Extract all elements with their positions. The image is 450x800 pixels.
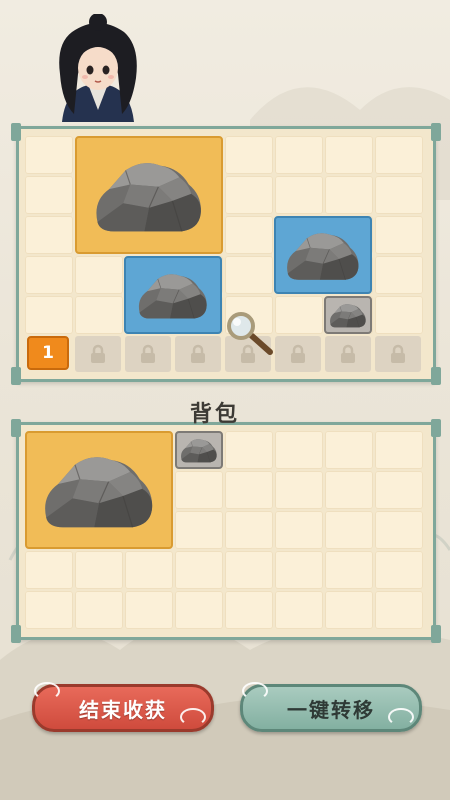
- grid-cell[interactable]: [375, 511, 423, 549]
- panel-corner: [431, 123, 441, 141]
- grid-cell[interactable]: [225, 471, 273, 509]
- grid-cell[interactable]: [225, 591, 273, 629]
- locked-slot[interactable]: [275, 336, 321, 372]
- grid-cell[interactable]: [325, 431, 373, 469]
- cloud-ornament: [34, 682, 60, 700]
- grid-cell[interactable]: [25, 551, 73, 589]
- rock-icon: [45, 457, 153, 528]
- grid-cell[interactable]: [275, 551, 323, 589]
- grid-cell[interactable]: [225, 256, 273, 294]
- locked-slot[interactable]: [75, 336, 121, 372]
- locked-slot[interactable]: [325, 336, 371, 372]
- grid-cell[interactable]: [275, 511, 323, 549]
- grid-cell[interactable]: [75, 296, 123, 334]
- cloud-ornament: [242, 682, 268, 700]
- character-avatar: [59, 14, 137, 122]
- rock-icon: [138, 274, 207, 319]
- transfer-all-label: 一键转移: [287, 697, 375, 722]
- grid-cell[interactable]: [75, 256, 123, 294]
- lock-icon: [341, 344, 355, 363]
- panel-corner: [431, 367, 441, 385]
- locked-slot[interactable]: [375, 336, 421, 372]
- grid-cell[interactable]: [175, 551, 223, 589]
- panel-corner: [431, 419, 441, 437]
- grid-cell[interactable]: [75, 551, 123, 589]
- grid-cell[interactable]: [375, 431, 423, 469]
- rock-item[interactable]: [175, 431, 223, 469]
- rock-item[interactable]: [25, 431, 173, 549]
- panel-corner: [431, 625, 441, 643]
- grid-cell[interactable]: [25, 216, 73, 254]
- rock-icon: [330, 304, 366, 328]
- locked-slot[interactable]: [175, 336, 221, 372]
- grid-cell[interactable]: [225, 511, 273, 549]
- grid-cell[interactable]: [225, 176, 273, 214]
- grid-cell[interactable]: [375, 591, 423, 629]
- grid-cell[interactable]: [375, 296, 423, 334]
- locked-slot[interactable]: [125, 336, 171, 372]
- lock-icon: [141, 344, 155, 363]
- grid-cell[interactable]: [225, 216, 273, 254]
- grid-cell[interactable]: [325, 136, 373, 174]
- grid-cell[interactable]: [275, 136, 323, 174]
- panel-corner: [11, 419, 21, 437]
- magnifier-icon[interactable]: [224, 312, 276, 358]
- grid-cell[interactable]: [25, 296, 73, 334]
- rock-icon: [287, 233, 359, 280]
- grid-cell[interactable]: [25, 136, 73, 174]
- grid-cell[interactable]: [25, 256, 73, 294]
- grid-cell[interactable]: [325, 591, 373, 629]
- slot-count-badge[interactable]: 1: [27, 336, 69, 370]
- grid-cell[interactable]: [275, 471, 323, 509]
- grid-cell[interactable]: [175, 591, 223, 629]
- grid-cell[interactable]: [375, 136, 423, 174]
- grid-cell[interactable]: [325, 176, 373, 214]
- grid-cell[interactable]: [125, 551, 173, 589]
- lock-icon: [291, 344, 305, 363]
- grid-cell[interactable]: [225, 136, 273, 174]
- grid-cell[interactable]: [75, 591, 123, 629]
- grid-cell[interactable]: [175, 511, 223, 549]
- rock-item[interactable]: [75, 136, 223, 254]
- grid-cell[interactable]: [375, 551, 423, 589]
- end-harvest-label: 结束收获: [79, 697, 167, 722]
- rock-item[interactable]: [274, 216, 372, 294]
- cloud-ornament: [180, 708, 206, 726]
- grid-cell[interactable]: [375, 176, 423, 214]
- grid-cell[interactable]: [275, 591, 323, 629]
- grid-cell[interactable]: [225, 551, 273, 589]
- lock-icon: [391, 344, 405, 363]
- lock-icon: [91, 344, 105, 363]
- rock-icon: [181, 439, 217, 463]
- rock-item[interactable]: [324, 296, 372, 334]
- rock-icon: [96, 163, 201, 232]
- panel-corner: [11, 625, 21, 643]
- grid-cell[interactable]: [375, 216, 423, 254]
- grid-cell[interactable]: [175, 471, 223, 509]
- grid-cell[interactable]: [25, 591, 73, 629]
- panel-corner: [11, 367, 21, 385]
- grid-cell[interactable]: [225, 431, 273, 469]
- grid-cell[interactable]: [25, 176, 73, 214]
- grid-cell[interactable]: [275, 296, 323, 334]
- grid-cell[interactable]: [325, 511, 373, 549]
- grid-cell[interactable]: [125, 591, 173, 629]
- grid-cell[interactable]: [325, 471, 373, 509]
- grid-cell[interactable]: [375, 471, 423, 509]
- panel-corner: [11, 123, 21, 141]
- grid-cell[interactable]: [375, 256, 423, 294]
- rock-item[interactable]: [124, 256, 222, 334]
- grid-cell[interactable]: [325, 551, 373, 589]
- cloud-ornament: [388, 708, 414, 726]
- grid-cell[interactable]: [275, 431, 323, 469]
- lock-icon: [191, 344, 205, 363]
- backpack-title: 背包: [190, 402, 241, 427]
- grid-cell[interactable]: [275, 176, 323, 214]
